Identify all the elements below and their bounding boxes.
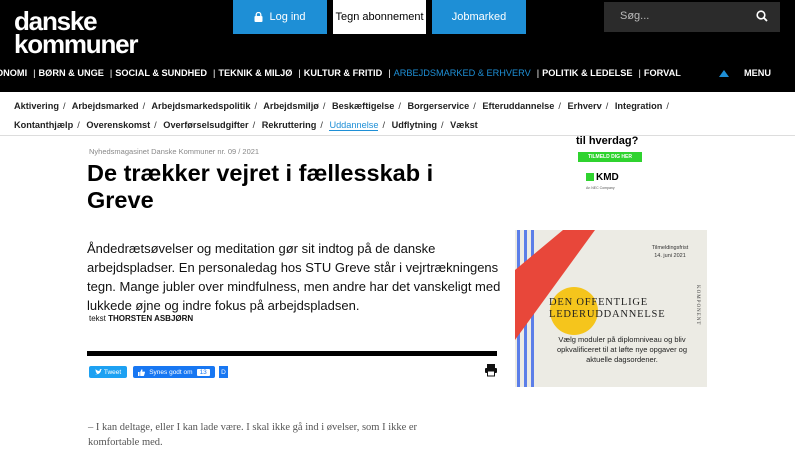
kmd-logo-sub: An NEC Company xyxy=(586,186,615,190)
nav-separator: | xyxy=(298,68,301,78)
tag-separator: / xyxy=(322,101,326,111)
print-icon[interactable] xyxy=(484,363,498,377)
facebook-like-button[interactable]: Synes godt om 13 xyxy=(133,366,215,378)
tag-separator: / xyxy=(398,101,401,111)
nav-item[interactable]: KULTUR & FRITID xyxy=(304,68,382,78)
ad-brand: KOMPONENT xyxy=(695,285,700,326)
kmd-logo-text: KMD xyxy=(596,172,619,183)
tag-link[interactable]: Beskæftigelse xyxy=(332,101,394,111)
like-label: Synes godt om xyxy=(149,368,193,376)
ad-body: Vælg moduler på diplomniveau og bliv opk… xyxy=(556,335,688,364)
komponent-ad[interactable]: Tilmeldingsfrist 14. juni 2021 DEN OFFEN… xyxy=(515,230,707,387)
share-extra-button[interactable]: D xyxy=(219,366,228,378)
quote-line-2: komfortable med. xyxy=(88,437,163,448)
tag-separator: / xyxy=(252,120,256,130)
kmd-logo: KMD xyxy=(586,172,619,183)
ad-deadline-date: 14. juni 2021 xyxy=(654,253,686,259)
tag-link[interactable]: Uddannelse xyxy=(329,120,379,131)
tag-link[interactable]: Arbejdsmiljø xyxy=(263,101,319,111)
tag-separator: / xyxy=(473,101,476,111)
tag-separator: / xyxy=(320,120,323,130)
tag-link[interactable]: Aktivering xyxy=(14,101,59,111)
nav-separator: | xyxy=(109,68,113,78)
tag-link[interactable]: Efteruddannelse xyxy=(482,101,554,111)
facebook-like-icon xyxy=(138,368,146,376)
lock-icon xyxy=(254,12,263,22)
ad-title-line-2: LEDERUDDANNELSE xyxy=(549,309,666,320)
nav-item[interactable]: ARBEJDSMARKED & ERHVERV xyxy=(394,68,531,78)
tweet-label: Tweet xyxy=(103,368,122,376)
nav-separator: | xyxy=(212,68,216,78)
login-button[interactable]: Log ind xyxy=(233,0,327,34)
tag-separator: / xyxy=(62,101,66,111)
tag-separator: / xyxy=(666,101,669,111)
jobs-button[interactable]: Jobmarked xyxy=(432,0,526,34)
tag-separator: / xyxy=(441,120,444,130)
ad-deadline: Tilmeldingsfrist 14. juni 2021 xyxy=(635,244,705,260)
tag-link[interactable]: Udflytning xyxy=(392,120,437,130)
ad-title: DEN OFFENTLIGE LEDERUDDANNELSE xyxy=(549,297,665,321)
twitter-icon xyxy=(94,369,102,375)
like-count: 13 xyxy=(196,368,210,376)
search-icon[interactable] xyxy=(756,10,768,22)
article-headline: De trækker vejret i fællesskab i Greve xyxy=(87,160,434,213)
ad-deadline-label: Tilmeldingsfrist xyxy=(651,245,689,251)
tag-link[interactable]: Arbejdsmarked xyxy=(72,101,139,111)
tag-separator: / xyxy=(154,120,157,130)
kmd-logo-mark xyxy=(586,173,594,181)
tag-separator: / xyxy=(254,101,258,111)
tag-link[interactable]: Rekruttering xyxy=(262,120,317,130)
logo-line-2: kommuner xyxy=(14,29,139,59)
byline-prefix: tekst xyxy=(89,314,106,323)
author-name[interactable]: THORSTEN ASBJØRN xyxy=(108,314,193,323)
tag-separator: / xyxy=(142,101,146,111)
tag-separator: / xyxy=(77,120,80,130)
site-logo[interactable]: danske kommuner xyxy=(14,8,139,59)
nav-separator: | xyxy=(33,68,36,78)
subscribe-button[interactable]: Tegn abonnement xyxy=(333,0,426,34)
search-input[interactable]: Søg... xyxy=(604,2,780,32)
tag-link[interactable]: Overførselsudgifter xyxy=(163,120,248,130)
nav-separator: | xyxy=(388,68,391,78)
ad-title-line-1: DEN OFFENTLIGE xyxy=(549,297,648,308)
tag-link[interactable]: Arbejdsmarkedspolitik xyxy=(151,101,250,111)
tweet-button[interactable]: Tweet xyxy=(89,366,127,378)
byline: tekst THORSTEN ASBJØRN xyxy=(89,314,193,323)
nav-item[interactable]: ONOMI xyxy=(0,68,27,78)
login-label: Log ind xyxy=(269,11,306,23)
nav-item[interactable]: BØRN & UNGE xyxy=(39,68,104,78)
tag-separator: / xyxy=(605,101,609,111)
tag-separator: / xyxy=(558,101,561,111)
quote-line-1: – I kan deltage, eller I kan lade være. … xyxy=(88,422,418,433)
nav-item[interactable]: POLITIK & LEDELSE xyxy=(542,68,632,78)
nav-fade xyxy=(675,64,705,84)
main-nav-items: ONOMI|BØRN & UNGE|SOCIAL & SUNDHED|TEKNI… xyxy=(0,68,684,78)
menu-button[interactable]: MENU xyxy=(744,68,771,78)
kmd-ad-title: til hverdag? xyxy=(576,135,639,147)
tag-link[interactable]: Borgerservice xyxy=(407,101,469,111)
nav-item[interactable]: SOCIAL & SUNDHED xyxy=(115,68,207,78)
search-placeholder: Søg... xyxy=(620,10,650,22)
arrow-up-icon[interactable] xyxy=(718,68,730,80)
tag-link[interactable]: Vækst xyxy=(450,120,478,130)
article-lead: Åndedrætsøvelser og meditation gør sit i… xyxy=(87,241,501,313)
nav-separator: | xyxy=(638,68,641,78)
article-kicker: Nyhedsmagasinet Danske Kommuner nr. 09 /… xyxy=(89,147,260,156)
kmd-ad[interactable]: til hverdag? TILMELD DIG HER KMD An NEC … xyxy=(530,135,680,195)
kmd-ad-button[interactable]: TILMELD DIG HER xyxy=(578,152,642,162)
tag-link[interactable]: Integration xyxy=(615,101,662,111)
tag-link[interactable]: Erhverv xyxy=(568,101,602,111)
tag-separator: / xyxy=(382,120,386,130)
share-divider xyxy=(87,351,497,356)
tag-list: Aktivering / Arbejdsmarked / Arbejdsmarked… xyxy=(14,97,734,135)
tag-link[interactable]: Overenskomst xyxy=(86,120,150,130)
nav-item[interactable]: TEKNIK & MILJØ xyxy=(218,68,292,78)
article-body: – I kan deltage, eller I kan lade være. … xyxy=(88,420,468,450)
nav-separator: | xyxy=(536,68,540,78)
tag-link[interactable]: Kontanthjælp xyxy=(14,120,73,130)
